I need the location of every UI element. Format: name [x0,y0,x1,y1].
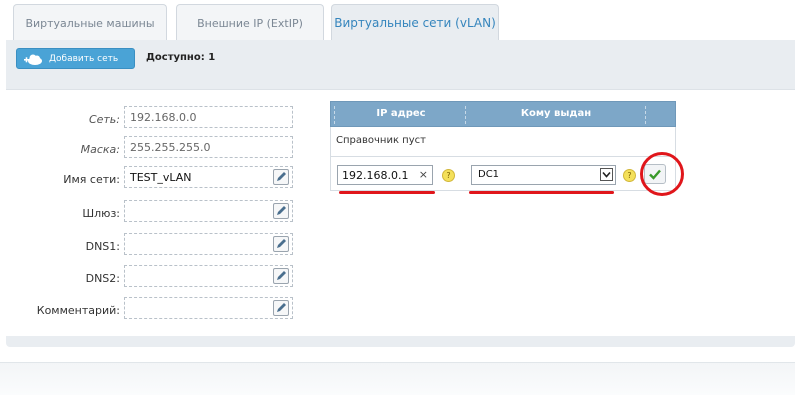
gateway-row: Шлюз: [0,202,120,226]
network-name-field[interactable]: TEST_vLAN [124,166,293,188]
edit-row: 192.168.0.1 × ? DC1 ? [330,157,676,191]
chevron-down-icon[interactable] [600,168,613,181]
column-assigned: Кому выдан [520,108,592,119]
tab-bar: Виртуальные машины Внешние IP (ExtIP) Ви… [0,0,795,41]
tab-label: Виртуальные сети (vLAN) [334,16,496,30]
network-row: Сеть: [0,108,120,132]
column-divider [645,106,646,124]
assigned-to-value: DC1 [478,169,500,180]
footer-bar [0,362,795,395]
comment-label: Комментарий: [36,304,120,317]
clear-icon[interactable]: × [419,168,428,181]
column-divider [465,106,466,124]
edit-pencil-icon[interactable] [273,268,289,284]
ip-input[interactable]: 192.168.0.1 × [337,165,433,185]
comment-field[interactable] [124,297,293,319]
help-icon[interactable]: ? [623,169,636,182]
edit-pencil-icon[interactable] [273,203,289,219]
dns1-row: DNS1: [0,235,120,259]
network-field[interactable]: 192.168.0.0 [124,106,293,128]
help-icon[interactable]: ? [442,169,455,182]
edit-pencil-icon[interactable] [273,300,289,316]
column-divider [334,106,335,124]
column-ip: IP адрес [376,108,426,119]
dns2-row: DNS2: [0,267,120,291]
available-label: Доступно: [146,52,205,63]
highlight-circle [640,152,684,196]
toolbar: Добавить сеть Доступно: 1 [6,40,795,76]
name-row: Имя сети: [0,168,120,192]
dns1-field[interactable] [124,233,293,255]
ip-table-header: IP адрес Кому выдан [330,101,676,127]
mask-field[interactable]: 255.255.255.0 [124,136,293,158]
network-label: Сеть: [88,113,120,126]
available-counter: Доступно: 1 [146,52,215,63]
tab-external-ip[interactable]: Внешние IP (ExtIP) [176,4,324,41]
edit-pencil-icon[interactable] [273,169,289,185]
dns2-field[interactable] [124,265,293,287]
network-name-value: TEST_vLAN [130,171,192,184]
tab-virtual-machines[interactable]: Виртуальные машины [13,4,167,41]
gateway-label: Шлюз: [82,207,120,220]
add-network-button[interactable]: Добавить сеть [16,48,135,69]
edit-pencil-icon[interactable] [273,236,289,252]
empty-row: Справочник пуст [330,127,676,157]
mask-row: Маска: [0,138,120,162]
add-network-label: Добавить сеть [49,53,119,64]
cloud-plus-icon [23,54,43,65]
ip-table: IP адрес Кому выдан Справочник пуст 192.… [330,101,677,191]
ip-value: 192.168.0.1 [342,169,409,182]
assigned-to-select[interactable]: DC1 [471,165,616,185]
empty-text: Справочник пуст [336,135,426,146]
gateway-field[interactable] [124,200,293,222]
tab-label: Виртуальные машины [25,16,155,30]
comment-row: Комментарий: [0,299,120,323]
tab-virtual-networks[interactable]: Виртуальные сети (vLAN) [331,4,499,41]
dns1-label: DNS1: [85,240,120,253]
mask-label: Маска: [80,143,120,156]
dns2-label: DNS2: [85,272,120,285]
tab-label: Внешние IP (ExtIP) [197,16,303,30]
highlight-underline [469,191,614,194]
name-label: Имя сети: [63,173,120,186]
highlight-underline [339,191,435,194]
available-value: 1 [208,52,216,63]
